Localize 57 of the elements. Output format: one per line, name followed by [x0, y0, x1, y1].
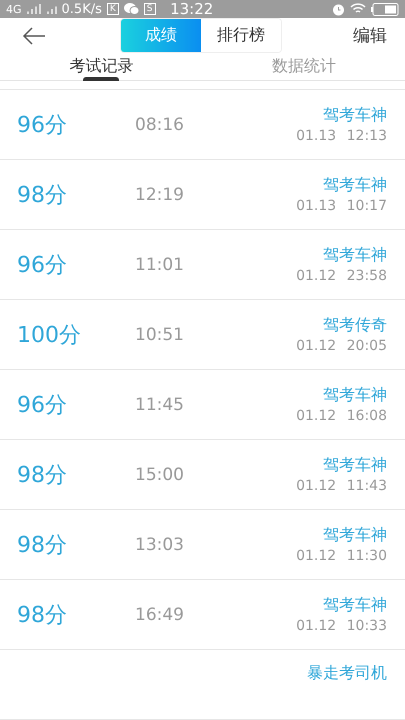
- record-row[interactable]: 98分 16:49 驾考车神 01.12 10:33: [0, 580, 405, 650]
- record-row[interactable]: 96分 11:01 驾考车神 01.12 23:58: [0, 230, 405, 300]
- score-text: 100分: [17, 322, 82, 350]
- record-row[interactable]: 98分 12:19 驾考车神 01.13 10:17: [0, 160, 405, 230]
- duration-text: 08:16: [135, 114, 185, 134]
- duration-text: 16:49: [135, 604, 185, 624]
- score-text: 98分: [17, 532, 68, 560]
- date-time: 01.13 12:13: [296, 128, 387, 144]
- date-time: 01.13 10:17: [296, 198, 387, 214]
- app-badge: K: [106, 3, 119, 15]
- duration-text: 13:03: [135, 534, 185, 554]
- network-speed: 0.5K/s: [62, 2, 102, 16]
- rank-title: 驾考车神: [323, 385, 387, 406]
- score-text: 96分: [17, 252, 68, 280]
- date-time: 01.12 11:30: [296, 548, 387, 564]
- duration-text: 11:45: [135, 394, 185, 414]
- rank-title: 暴走考司机: [307, 663, 387, 684]
- tab[interactable]: 数据统计: [202, 53, 405, 80]
- score-text: 96分: [17, 392, 68, 420]
- duration-text: 15:00: [135, 464, 185, 484]
- rank-title: 驾考车神: [323, 245, 387, 266]
- record-row[interactable]: 96分 08:16 驾考车神 01.13 12:13: [0, 90, 405, 160]
- rank-title: 驾考车神: [323, 525, 387, 546]
- signal-icon: [26, 4, 57, 14]
- rank-title: 驾考车神: [323, 595, 387, 616]
- rank-title: 驾考传奇: [323, 315, 387, 336]
- duration-text: 11:01: [135, 254, 185, 274]
- rank-title: 驾考车神: [323, 175, 387, 196]
- rank-title: 驾考车神: [323, 455, 387, 476]
- record-row[interactable]: 98分 13:03 驾考车神 01.12 11:30: [0, 510, 405, 580]
- record-row[interactable]: 100分 10:51 驾考传奇 01.12 20:05: [0, 300, 405, 370]
- score-text: 96分: [17, 112, 68, 140]
- date-time: 01.12 11:43: [296, 478, 387, 494]
- score-text: 98分: [17, 602, 68, 630]
- chat-icon: [124, 3, 139, 15]
- clock-time: 13:22: [169, 0, 214, 18]
- edit-button[interactable]: 编辑: [353, 24, 387, 47]
- score-text: 98分: [17, 462, 68, 490]
- segment-tab[interactable]: 成绩: [121, 19, 201, 52]
- rank-title: 驾考车神: [323, 105, 387, 126]
- date-time: 01.12 20:05: [296, 338, 387, 354]
- record-row[interactable]: 暴走考司机: [0, 650, 405, 720]
- back-arrow-icon[interactable]: [22, 26, 46, 44]
- duration-text: 12:19: [135, 184, 185, 204]
- network-label: 4G: [6, 2, 22, 16]
- app-badge: S: [144, 3, 156, 15]
- record-row[interactable]: 98分 15:00 驾考车神 01.12 11:43: [0, 440, 405, 510]
- date-time: 01.12 23:58: [296, 268, 387, 284]
- tab[interactable]: 考试记录: [0, 53, 202, 80]
- score-text: 98分: [17, 182, 68, 210]
- alarm-icon: [332, 2, 345, 16]
- date-time: 01.12 10:33: [296, 618, 387, 634]
- duration-text: 10:51: [135, 324, 185, 344]
- wifi-icon: [350, 3, 366, 15]
- record-row[interactable]: 96分 11:45 驾考车神 01.12 16:08: [0, 370, 405, 440]
- date-time: 01.12 16:08: [296, 408, 387, 424]
- battery-icon: [371, 2, 399, 16]
